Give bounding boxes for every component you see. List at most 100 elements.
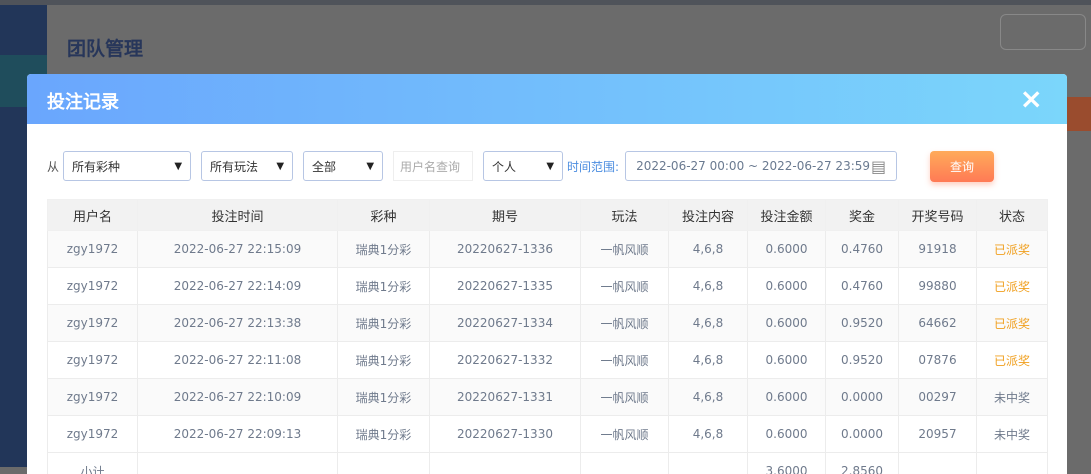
column-header-status: 状态	[977, 200, 1048, 231]
cell-username: zgy1972	[48, 416, 138, 453]
cell-bonus: 0.0000	[826, 416, 899, 453]
cell-bonus: 0.9520	[826, 342, 899, 379]
cell-bet-amount: 0.6000	[748, 342, 826, 379]
cell-play: 一帆风顺	[581, 305, 669, 342]
column-header-issue: 期号	[430, 200, 581, 231]
cell-draw-number: 20957	[899, 416, 977, 453]
cell-play: 一帆风顺	[581, 379, 669, 416]
column-header-play: 玩法	[581, 200, 669, 231]
cell-lottery: 瑞典1分彩	[338, 268, 430, 305]
table-row[interactable]: zgy19722022-06-27 22:14:09瑞典1分彩20220627-…	[48, 268, 1048, 305]
cell-draw-number: 00297	[899, 379, 977, 416]
cell-bet-time: 2022-06-27 22:11:08	[138, 342, 338, 379]
cell-draw-number: 91918	[899, 231, 977, 268]
query-button[interactable]: 查询	[930, 151, 994, 182]
column-header-draw-number: 开奖号码	[899, 200, 977, 231]
cell-bet-time: 2022-06-27 22:09:13	[138, 416, 338, 453]
chevron-down-icon: ▼	[276, 161, 284, 172]
cell-bet-time: 2022-06-27 22:10:09	[138, 379, 338, 416]
cell-bet-amount: 0.6000	[748, 379, 826, 416]
cell-bonus: 0.0000	[826, 379, 899, 416]
cell-issue: 20220627-1331	[430, 379, 581, 416]
cell-bet-amount: 0.6000	[748, 416, 826, 453]
status-select-value: 全部	[312, 158, 336, 175]
status-select[interactable]: 全部▼	[303, 151, 383, 181]
cell-issue: 20220627-1330	[430, 416, 581, 453]
cell-status: 已派奖	[977, 231, 1048, 268]
column-header-bonus: 奖金	[826, 200, 899, 231]
cell-issue: 20220627-1336	[430, 231, 581, 268]
cell-lottery: 瑞典1分彩	[338, 379, 430, 416]
summary-cell	[977, 453, 1048, 474]
cell-issue: 20220627-1332	[430, 342, 581, 379]
cell-status: 已派奖	[977, 342, 1048, 379]
bet-records-table: 用户名投注时间彩种期号玩法投注内容投注金额奖金开奖号码状态 zgy1972202…	[47, 199, 1048, 474]
cell-play: 一帆风顺	[581, 342, 669, 379]
cell-draw-number: 99880	[899, 268, 977, 305]
top-bar	[0, 0, 1091, 5]
cell-bonus: 0.4760	[826, 268, 899, 305]
table-row[interactable]: zgy19722022-06-27 22:15:09瑞典1分彩20220627-…	[48, 231, 1048, 268]
summary-cell	[138, 453, 338, 474]
table-row[interactable]: zgy19722022-06-27 22:13:38瑞典1分彩20220627-…	[48, 305, 1048, 342]
cell-lottery: 瑞典1分彩	[338, 305, 430, 342]
cell-bonus: 0.4760	[826, 231, 899, 268]
username-input[interactable]: 用户名查询	[393, 151, 473, 181]
cell-username: zgy1972	[48, 305, 138, 342]
modal-title: 投注记录	[47, 88, 119, 114]
lottery-select[interactable]: 所有彩种▼	[63, 151, 191, 181]
cell-status: 已派奖	[977, 305, 1048, 342]
cell-username: zgy1972	[48, 379, 138, 416]
close-icon[interactable]: ×	[1020, 82, 1043, 115]
table-header-row: 用户名投注时间彩种期号玩法投注内容投注金额奖金开奖号码状态	[48, 200, 1048, 231]
cell-draw-number: 64662	[899, 305, 977, 342]
column-header-username: 用户名	[48, 200, 138, 231]
watermark-logo	[1000, 14, 1086, 50]
bet-records-modal: 投注记录 × 从 所有彩种▼ 所有玩法▼ 全部▼ 用户名查询 个人▼ 时间范围:…	[27, 74, 1067, 474]
cell-bet-content: 4,6,8	[669, 379, 748, 416]
cell-bet-time: 2022-06-27 22:13:38	[138, 305, 338, 342]
cell-play: 一帆风顺	[581, 416, 669, 453]
cell-bet-content: 4,6,8	[669, 305, 748, 342]
play-select-value: 所有玩法	[210, 158, 258, 175]
chevron-down-icon: ▼	[174, 161, 182, 172]
table-row[interactable]: zgy19722022-06-27 22:10:09瑞典1分彩20220627-…	[48, 379, 1048, 416]
table-row[interactable]: zgy19722022-06-27 22:11:08瑞典1分彩20220627-…	[48, 342, 1048, 379]
cell-username: zgy1972	[48, 268, 138, 305]
date-range-value: 2022-06-27 00:00 ~ 2022-06-27 23:59	[636, 159, 870, 173]
column-header-lottery: 彩种	[338, 200, 430, 231]
calendar-icon[interactable]: ▤	[871, 157, 886, 176]
cell-issue: 20220627-1335	[430, 268, 581, 305]
column-header-bet-time: 投注时间	[138, 200, 338, 231]
page-title: 团队管理	[67, 34, 143, 61]
summary-bonus: 2.8560	[826, 453, 899, 474]
cell-issue: 20220627-1334	[430, 305, 581, 342]
modal-header: 投注记录 ×	[27, 74, 1067, 124]
cell-bonus: 0.9520	[826, 305, 899, 342]
column-header-bet-amount: 投注金额	[748, 200, 826, 231]
cell-bet-content: 4,6,8	[669, 342, 748, 379]
play-select[interactable]: 所有玩法 ▼	[201, 151, 293, 181]
cell-status: 已派奖	[977, 268, 1048, 305]
cell-play: 一帆风顺	[581, 231, 669, 268]
cell-bet-content: 4,6,8	[669, 268, 748, 305]
cell-bet-amount: 0.6000	[748, 305, 826, 342]
summary-label: 小计	[48, 453, 138, 474]
cell-username: zgy1972	[48, 342, 138, 379]
scope-select-value: 个人	[492, 158, 516, 175]
date-range-input[interactable]: 2022-06-27 00:00 ~ 2022-06-27 23:59▤	[625, 151, 897, 181]
summary-cell	[430, 453, 581, 474]
cell-lottery: 瑞典1分彩	[338, 342, 430, 379]
cell-status: 未中奖	[977, 416, 1048, 453]
cell-bet-content: 4,6,8	[669, 416, 748, 453]
cell-lottery: 瑞典1分彩	[338, 416, 430, 453]
cell-bet-amount: 0.6000	[748, 231, 826, 268]
cell-play: 一帆风顺	[581, 268, 669, 305]
table-row[interactable]: zgy19722022-06-27 22:09:13瑞典1分彩20220627-…	[48, 416, 1048, 453]
from-label: 从	[47, 158, 59, 175]
summary-cell	[581, 453, 669, 474]
cell-draw-number: 07876	[899, 342, 977, 379]
cell-bet-content: 4,6,8	[669, 231, 748, 268]
scope-select[interactable]: 个人▼	[483, 151, 563, 181]
filter-bar: 从 所有彩种▼ 所有玩法▼ 全部▼ 用户名查询 个人▼ 时间范围: 2022-0…	[47, 151, 897, 181]
